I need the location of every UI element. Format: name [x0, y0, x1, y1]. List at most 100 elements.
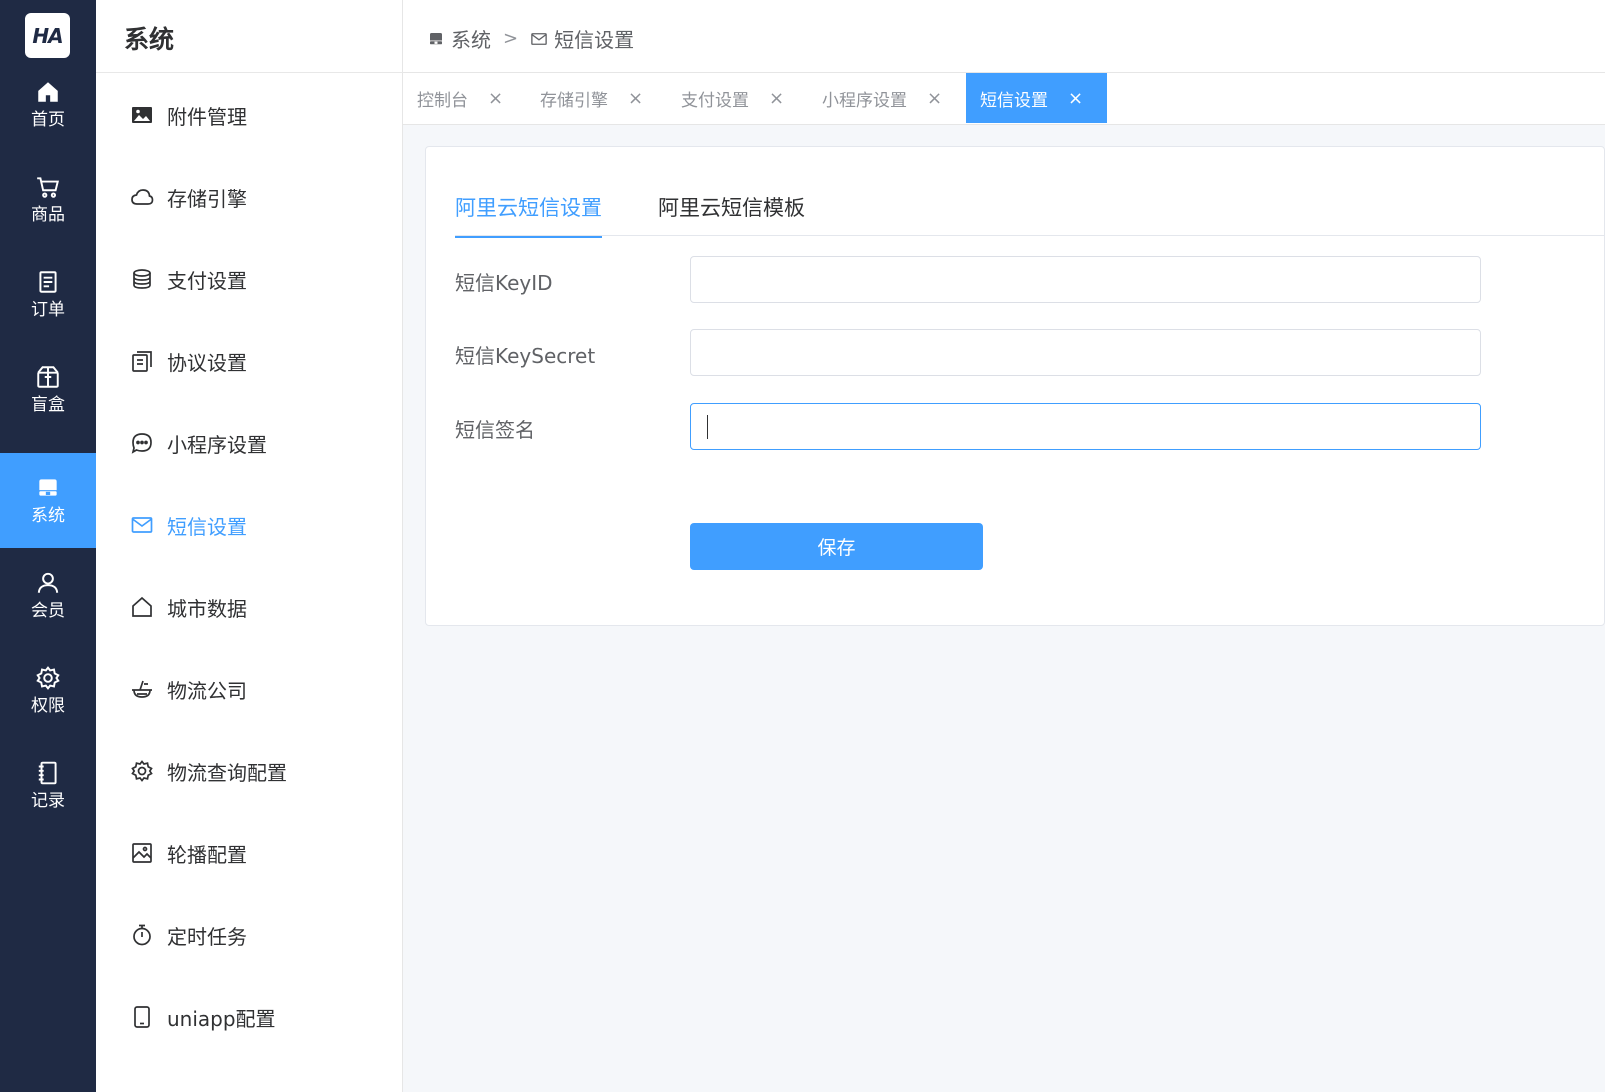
- submenu-item-payment[interactable]: 支付设置: [130, 259, 247, 299]
- submenu-item-attachments[interactable]: 附件管理: [130, 95, 247, 135]
- rail-item-label: 商品: [31, 204, 65, 225]
- submenu-item-label: 物流查询配置: [167, 760, 287, 785]
- rail-item-label: 订单: [31, 299, 65, 320]
- gear-icon: [36, 665, 60, 690]
- user-icon: [37, 572, 59, 593]
- submenu-item-miniprogram[interactable]: 小程序设置: [130, 423, 267, 463]
- bowl-icon: [132, 680, 152, 698]
- rail-item-records[interactable]: 记录: [0, 738, 96, 833]
- submenu-divider: [96, 72, 403, 73]
- breadcrumb: 系统 > 短信设置: [427, 24, 634, 53]
- rail-item-label: 会员: [31, 600, 65, 621]
- picture-icon: [132, 107, 152, 123]
- submenu-item-label: 定时任务: [167, 924, 247, 949]
- submenu-item-agreement[interactable]: 协议设置: [130, 341, 247, 381]
- tab-miniprogram[interactable]: 小程序设置 ×: [808, 73, 956, 123]
- rail-item-goods[interactable]: 商品: [0, 152, 96, 247]
- box-icon: [37, 365, 59, 388]
- submenu-item-label: 协议设置: [167, 350, 247, 375]
- keyid-input[interactable]: [690, 256, 1481, 303]
- system-icon: [39, 478, 57, 496]
- close-icon[interactable]: ×: [488, 88, 503, 109]
- stopwatch-icon: [133, 924, 151, 946]
- tab-payment[interactable]: 支付设置 ×: [667, 73, 798, 123]
- submenu-item-label: 短信设置: [167, 514, 247, 539]
- submenu-title: 系统: [124, 25, 175, 54]
- submenu-item-uniapp[interactable]: uniapp配置: [130, 997, 276, 1037]
- submenu-item-carousel[interactable]: 轮播配置: [130, 833, 247, 873]
- app-logo[interactable]: HA: [25, 13, 70, 58]
- tab-storage[interactable]: 存储引擎 ×: [526, 73, 657, 123]
- save-button[interactable]: 保存: [690, 523, 983, 570]
- setting-icon: [131, 760, 153, 782]
- breadcrumb-parent[interactable]: 系统: [451, 24, 491, 53]
- system-submenu: 系统 附件管理 存储引擎 支付设置 协议设置 小程序设置 短信设置 城市数据 物…: [96, 0, 403, 1092]
- signature-input[interactable]: [690, 403, 1481, 450]
- submenu-item-sms[interactable]: 短信设置: [130, 505, 247, 545]
- chat-dots-icon: [131, 433, 152, 454]
- tab-aliyun-sms-templates[interactable]: 阿里云短信模板: [658, 192, 805, 236]
- rail-item-orders[interactable]: 订单: [0, 247, 96, 342]
- submenu-item-label: 存储引擎: [167, 186, 247, 211]
- tabs-divider: [455, 235, 1605, 236]
- keyid-label: 短信KeyID: [455, 271, 553, 295]
- form-row-signature: 短信签名: [455, 403, 1495, 450]
- cart-icon: [37, 176, 59, 198]
- submenu-item-label: 物流公司: [167, 678, 247, 703]
- order-icon: [39, 270, 57, 293]
- submenu-item-storage[interactable]: 存储引擎: [130, 177, 247, 217]
- submenu-item-label: uniapp配置: [167, 1006, 276, 1031]
- submenu-item-label: 轮播配置: [167, 842, 247, 867]
- rail-item-members[interactable]: 会员: [0, 548, 96, 643]
- cloud-icon: [131, 189, 154, 205]
- form-row-keyid: 短信KeyID: [455, 256, 1495, 303]
- page-tabs: 控制台 × 存储引擎 × 支付设置 × 小程序设置 × 短信设置 ×: [403, 73, 1605, 125]
- close-icon[interactable]: ×: [769, 88, 784, 109]
- submenu-item-label: 附件管理: [167, 104, 247, 129]
- main-nav-rail: HA 首页 商品 订单 盲盒 系统 会员 权限 记录: [0, 0, 96, 1092]
- tab-dashboard[interactable]: 控制台 ×: [403, 73, 517, 123]
- tab-label: 支付设置: [681, 90, 749, 111]
- tab-label: 短信设置: [980, 90, 1048, 111]
- phone-icon: [134, 1006, 150, 1028]
- top-header: 系统 > 短信设置: [403, 0, 1605, 73]
- rail-item-home[interactable]: 首页: [0, 57, 96, 152]
- breadcrumb-separator: >: [503, 28, 519, 49]
- tab-sms[interactable]: 短信设置 ×: [966, 73, 1107, 123]
- close-icon[interactable]: ×: [1068, 88, 1083, 109]
- submenu-item-city[interactable]: 城市数据: [130, 587, 247, 627]
- home-icon: [38, 81, 58, 102]
- tab-label: 存储引擎: [540, 90, 608, 111]
- keysecret-label: 短信KeySecret: [455, 344, 596, 368]
- rail-item-label: 盲盒: [31, 394, 65, 415]
- system-icon: [430, 32, 442, 44]
- rail-item-permissions[interactable]: 权限: [0, 643, 96, 738]
- notebook-icon: [38, 761, 57, 784]
- form-row-keysecret: 短信KeySecret: [455, 329, 1495, 376]
- tab-aliyun-sms-settings[interactable]: 阿里云短信设置: [455, 192, 602, 238]
- message-icon: [531, 32, 547, 45]
- submenu-item-logistics-query[interactable]: 物流查询配置: [130, 751, 287, 791]
- breadcrumb-current: 短信设置: [554, 28, 635, 52]
- rail-item-label: 权限: [31, 695, 65, 716]
- text-caret: [707, 415, 708, 439]
- close-icon[interactable]: ×: [927, 88, 942, 109]
- submenu-item-label: 支付设置: [167, 268, 247, 293]
- coins-icon: [133, 269, 151, 289]
- sms-settings-card: 阿里云短信设置 阿里云短信模板 短信KeyID 短信KeySecret 短信签名…: [425, 146, 1605, 626]
- keysecret-input[interactable]: [690, 329, 1481, 376]
- close-icon[interactable]: ×: [628, 88, 643, 109]
- tab-label: 小程序设置: [822, 90, 907, 111]
- message-icon: [131, 517, 153, 533]
- submenu-item-scheduled-tasks[interactable]: 定时任务: [130, 915, 247, 955]
- submenu-item-label: 小程序设置: [167, 432, 267, 457]
- submenu-item-label: 城市数据: [167, 596, 247, 621]
- image-icon: [132, 843, 152, 863]
- rail-item-label: 记录: [31, 790, 65, 811]
- rail-item-system[interactable]: 系统: [0, 453, 96, 548]
- signature-label: 短信签名: [455, 418, 535, 442]
- submenu-item-logistics[interactable]: 物流公司: [130, 669, 247, 709]
- rail-item-label: 系统: [31, 505, 65, 526]
- house-icon: [132, 596, 152, 617]
- rail-item-blindbox[interactable]: 盲盒: [0, 342, 96, 437]
